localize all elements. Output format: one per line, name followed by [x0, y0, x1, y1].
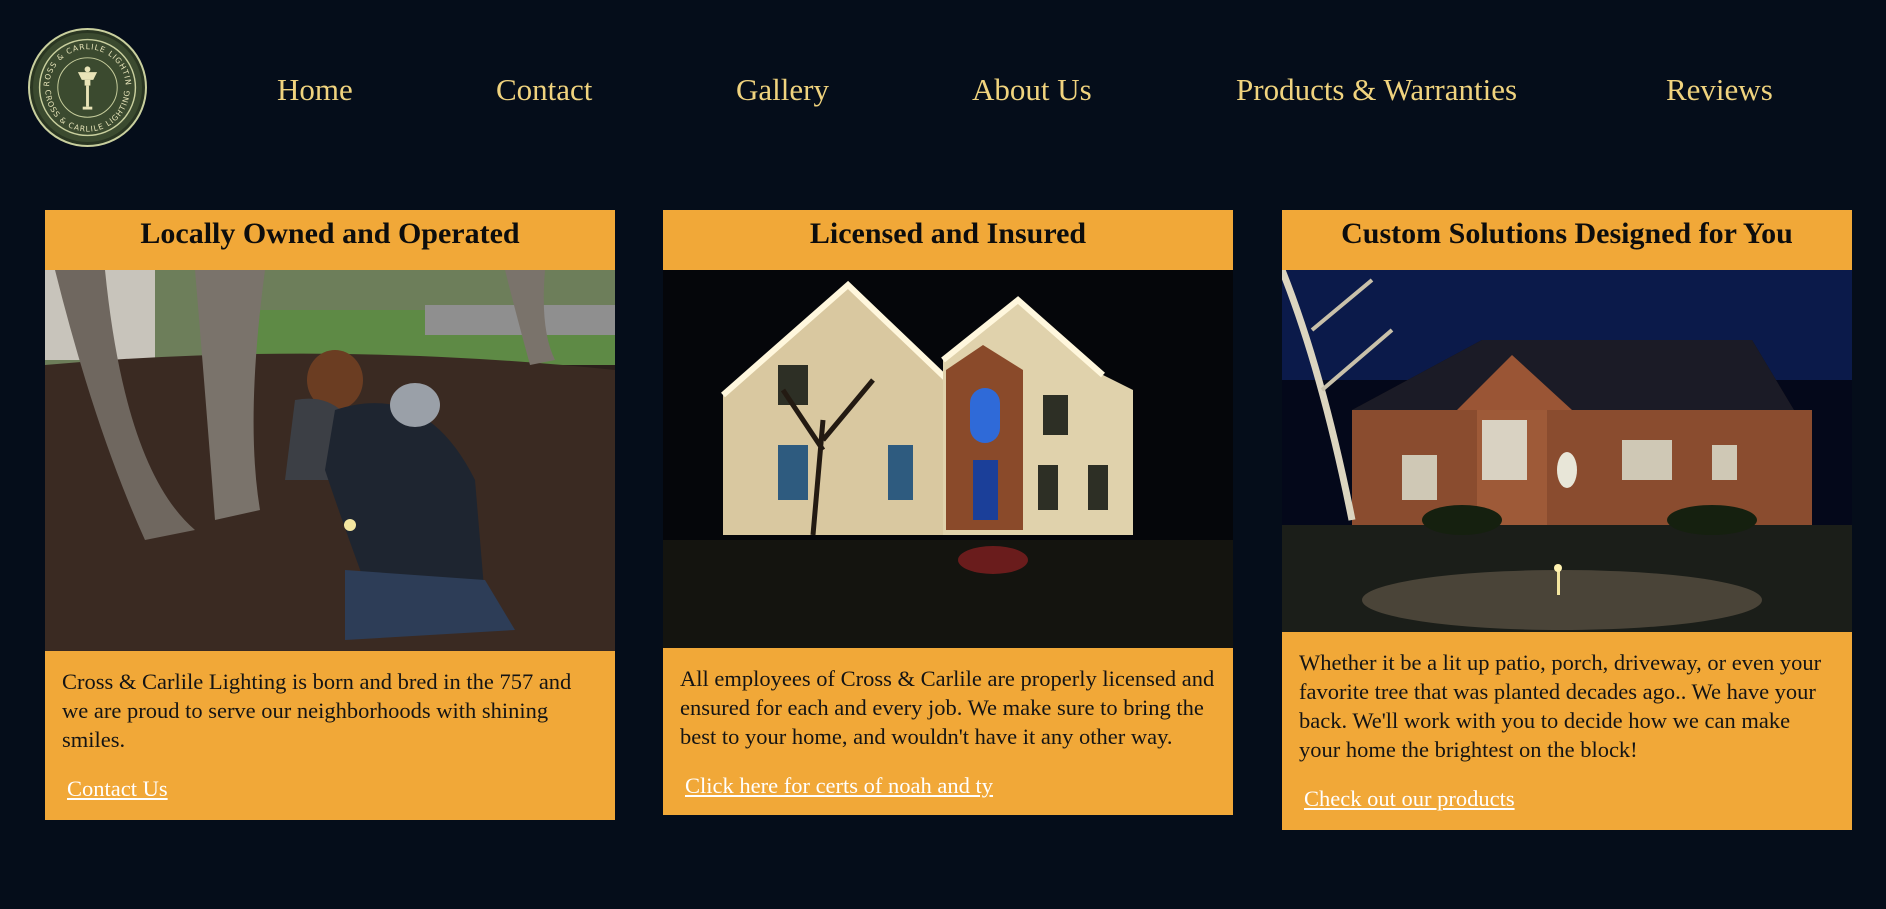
card-photo-lit-house — [663, 270, 1233, 648]
card-description: All employees of Cross & Carlile are pro… — [680, 666, 1215, 749]
nav-about-us[interactable]: About Us — [972, 68, 1092, 112]
card-photo-installers — [45, 270, 615, 651]
nav-home[interactable]: Home — [277, 68, 353, 112]
nav-contact[interactable]: Contact — [496, 68, 592, 112]
card-photo-brick-home — [1282, 270, 1852, 632]
main-nav: Home Contact Gallery About Us Products &… — [0, 68, 1886, 112]
card-title: Custom Solutions Designed for You — [1341, 217, 1793, 250]
card-locally-owned: Locally Owned and Operated Cross & Carli… — [45, 210, 615, 820]
nav-products-warranties[interactable]: Products & Warranties — [1236, 68, 1517, 112]
contact-us-link[interactable]: Contact Us — [67, 776, 168, 802]
certs-link[interactable]: Click here for certs of noah and ty — [685, 773, 993, 799]
card-title: Locally Owned and Operated — [140, 217, 520, 250]
card-title: Licensed and Insured — [809, 217, 1087, 250]
products-link[interactable]: Check out our products — [1304, 786, 1515, 812]
nav-gallery[interactable]: Gallery — [736, 68, 829, 112]
card-description: Whether it be a lit up patio, porch, dri… — [1299, 650, 1822, 762]
card-licensed-insured: Licensed and Insured All employees of Cr… — [663, 210, 1233, 815]
card-description: Cross & Carlile Lighting is born and bre… — [62, 669, 572, 752]
nav-reviews[interactable]: Reviews — [1666, 68, 1773, 112]
card-custom-solutions: Custom Solutions Designed for You Whethe… — [1282, 210, 1852, 830]
